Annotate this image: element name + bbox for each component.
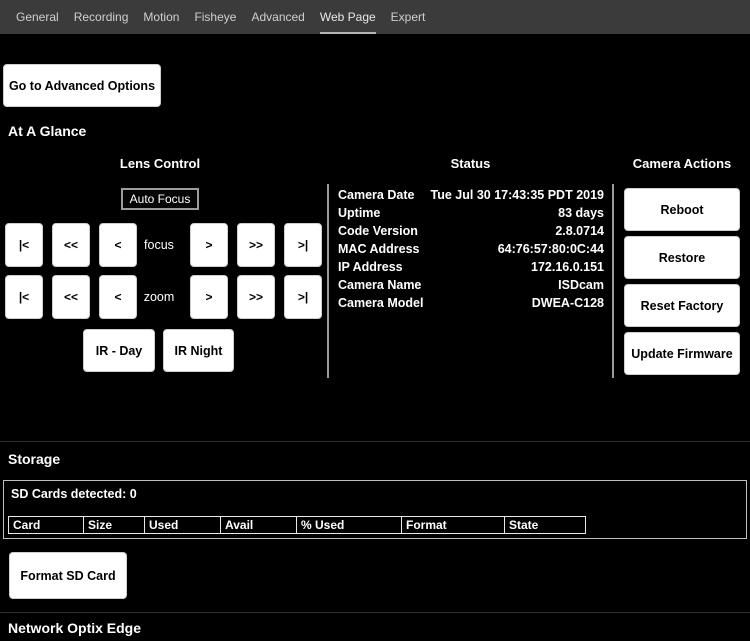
- tab-advanced[interactable]: Advanced: [251, 0, 304, 34]
- focus-label: focus: [144, 238, 174, 252]
- status-row-camera-name: Camera Name ISDcam: [338, 276, 604, 294]
- sd-card-table-header-row: Card Size Used Avail % Used Format State: [8, 516, 586, 534]
- zoom-seek-end-button[interactable]: >|: [284, 275, 322, 319]
- status-value: 83 days: [558, 206, 604, 220]
- auto-focus-button[interactable]: Auto Focus: [121, 188, 199, 210]
- tab-expert[interactable]: Expert: [391, 0, 426, 34]
- reboot-button[interactable]: Reboot: [624, 188, 740, 231]
- lens-control-heading: Lens Control: [119, 156, 201, 171]
- column-header-used: Used: [144, 516, 221, 534]
- status-row-code-version: Code Version 2.8.0714: [338, 222, 604, 240]
- status-label: Camera Name: [338, 278, 422, 292]
- tab-general[interactable]: General: [16, 0, 59, 34]
- status-value: 2.8.0714: [555, 224, 604, 238]
- camera-actions-heading: Camera Actions: [632, 156, 732, 171]
- ir-day-button[interactable]: IR - Day: [83, 329, 155, 372]
- zoom-seek-start-button[interactable]: |<: [5, 275, 43, 319]
- tab-recording[interactable]: Recording: [74, 0, 129, 34]
- focus-in-button[interactable]: >: [190, 223, 228, 267]
- tab-web-page[interactable]: Web Page: [319, 0, 376, 34]
- zoom-fast-out-button[interactable]: <<: [52, 275, 90, 319]
- status-row-camera-model: Camera Model DWEA-C128: [338, 294, 604, 312]
- status-row-mac-address: MAC Address 64:76:57:80:0C:44: [338, 240, 604, 258]
- restore-button[interactable]: Restore: [624, 236, 740, 279]
- tab-fisheye[interactable]: Fisheye: [194, 0, 236, 34]
- status-value: ISDcam: [558, 278, 604, 292]
- column-header-card: Card: [8, 516, 84, 534]
- reset-factory-button[interactable]: Reset Factory: [624, 284, 740, 327]
- ir-night-button[interactable]: IR Night: [163, 329, 234, 372]
- status-label: Uptime: [338, 206, 381, 220]
- status-value: 172.16.0.151: [531, 260, 604, 274]
- status-row-ip-address: IP Address 172.16.0.151: [338, 258, 604, 276]
- column-header-size: Size: [83, 516, 145, 534]
- status-value: DWEA-C128: [531, 296, 604, 310]
- status-value: Tue Jul 30 17:43:35 PDT 2019: [430, 188, 604, 202]
- focus-fast-out-button[interactable]: <<: [52, 223, 90, 267]
- update-firmware-button[interactable]: Update Firmware: [624, 332, 740, 375]
- status-label: Camera Model: [338, 296, 424, 310]
- status-row-camera-date: Camera Date Tue Jul 30 17:43:35 PDT 2019: [338, 186, 604, 204]
- focus-out-button[interactable]: <: [99, 223, 137, 267]
- status-label: Code Version: [338, 224, 418, 238]
- storage-heading: Storage: [8, 451, 61, 467]
- column-header-avail: Avail: [220, 516, 297, 534]
- column-header-format: Format: [401, 516, 505, 534]
- focus-fast-in-button[interactable]: >>: [237, 223, 275, 267]
- status-label: IP Address: [338, 260, 403, 274]
- status-value: 64:76:57:80:0C:44: [497, 242, 604, 256]
- zoom-out-button[interactable]: <: [99, 275, 137, 319]
- top-nav: General Recording Motion Fisheye Advance…: [0, 0, 750, 34]
- camera-web-settings-page: General Recording Motion Fisheye Advance…: [0, 0, 750, 641]
- at-a-glance-heading: At A Glance: [8, 123, 87, 139]
- column-header-percent-used: % Used: [296, 516, 402, 534]
- status-label: MAC Address: [338, 242, 420, 256]
- zoom-in-button[interactable]: >: [190, 275, 228, 319]
- format-sd-card-button[interactable]: Format SD Card: [9, 552, 127, 599]
- status-label: Camera Date: [338, 188, 415, 202]
- zoom-controls-row: |< << < zoom > >> >|: [5, 275, 322, 319]
- status-row-uptime: Uptime 83 days: [338, 204, 604, 222]
- network-optix-edge-heading: Network Optix Edge: [8, 620, 142, 636]
- status-heading: Status: [450, 156, 491, 171]
- focus-seek-start-button[interactable]: |<: [5, 223, 43, 267]
- sd-cards-detected-text: SD Cards detected: 0: [11, 487, 137, 501]
- storage-section-divider: [0, 441, 750, 442]
- goto-advanced-options-button[interactable]: Go to Advanced Options: [3, 64, 161, 107]
- zoom-label: zoom: [143, 290, 175, 304]
- tab-motion[interactable]: Motion: [143, 0, 179, 34]
- footer-section-divider: [0, 612, 750, 613]
- focus-controls-row: |< << < focus > >> >|: [5, 223, 322, 267]
- zoom-fast-in-button[interactable]: >>: [237, 275, 275, 319]
- column-header-state: State: [504, 516, 586, 534]
- focus-seek-end-button[interactable]: >|: [284, 223, 322, 267]
- status-panel: Camera Date Tue Jul 30 17:43:35 PDT 2019…: [327, 184, 614, 378]
